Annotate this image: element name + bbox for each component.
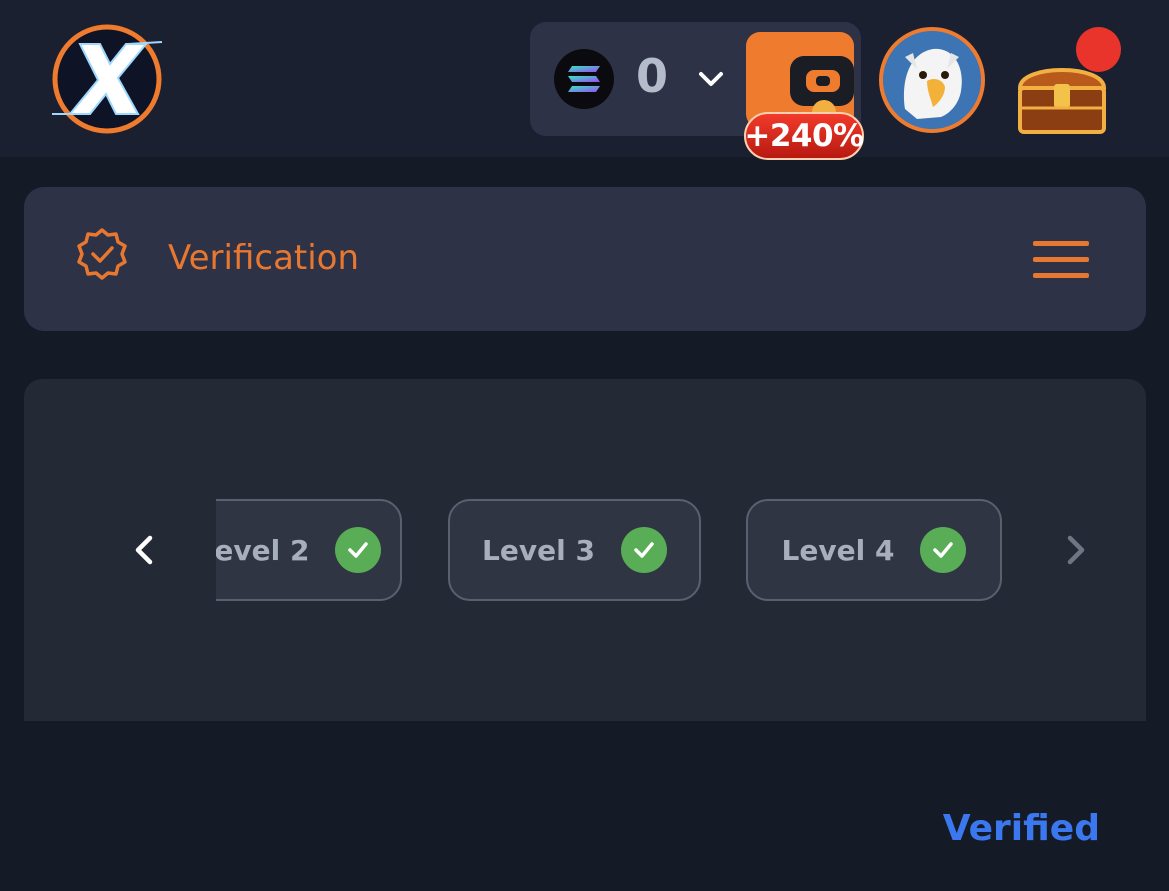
bonus-badge: +240% bbox=[744, 112, 864, 160]
chevron-left-icon[interactable] bbox=[130, 530, 160, 570]
verified-badge-icon bbox=[77, 228, 127, 280]
check-icon bbox=[920, 527, 967, 573]
chevron-down-icon[interactable] bbox=[694, 62, 728, 96]
check-icon bbox=[620, 527, 667, 573]
chevron-right-icon[interactable] bbox=[1060, 530, 1090, 570]
wallet-balance: 0 bbox=[636, 49, 669, 103]
level-item-clip: Level 2 bbox=[216, 495, 416, 605]
notification-dot-icon bbox=[1076, 27, 1121, 72]
solana-icon[interactable] bbox=[554, 49, 614, 109]
page-title: Verification bbox=[168, 238, 360, 278]
x-logo-icon[interactable] bbox=[50, 22, 164, 136]
level-label: Level 2 bbox=[216, 533, 310, 567]
level-item[interactable]: Level 3 bbox=[448, 499, 701, 601]
eagle-avatar-icon[interactable] bbox=[879, 27, 985, 133]
level-label: Level 4 bbox=[781, 533, 895, 567]
check-icon bbox=[335, 527, 382, 573]
level-item[interactable]: Level 4 bbox=[746, 499, 1002, 601]
hamburger-menu-icon[interactable] bbox=[1033, 238, 1089, 280]
level-label: Level 3 bbox=[482, 533, 595, 567]
level-item[interactable]: Level 2 bbox=[216, 499, 402, 601]
verification-status: Verified bbox=[942, 808, 1100, 849]
